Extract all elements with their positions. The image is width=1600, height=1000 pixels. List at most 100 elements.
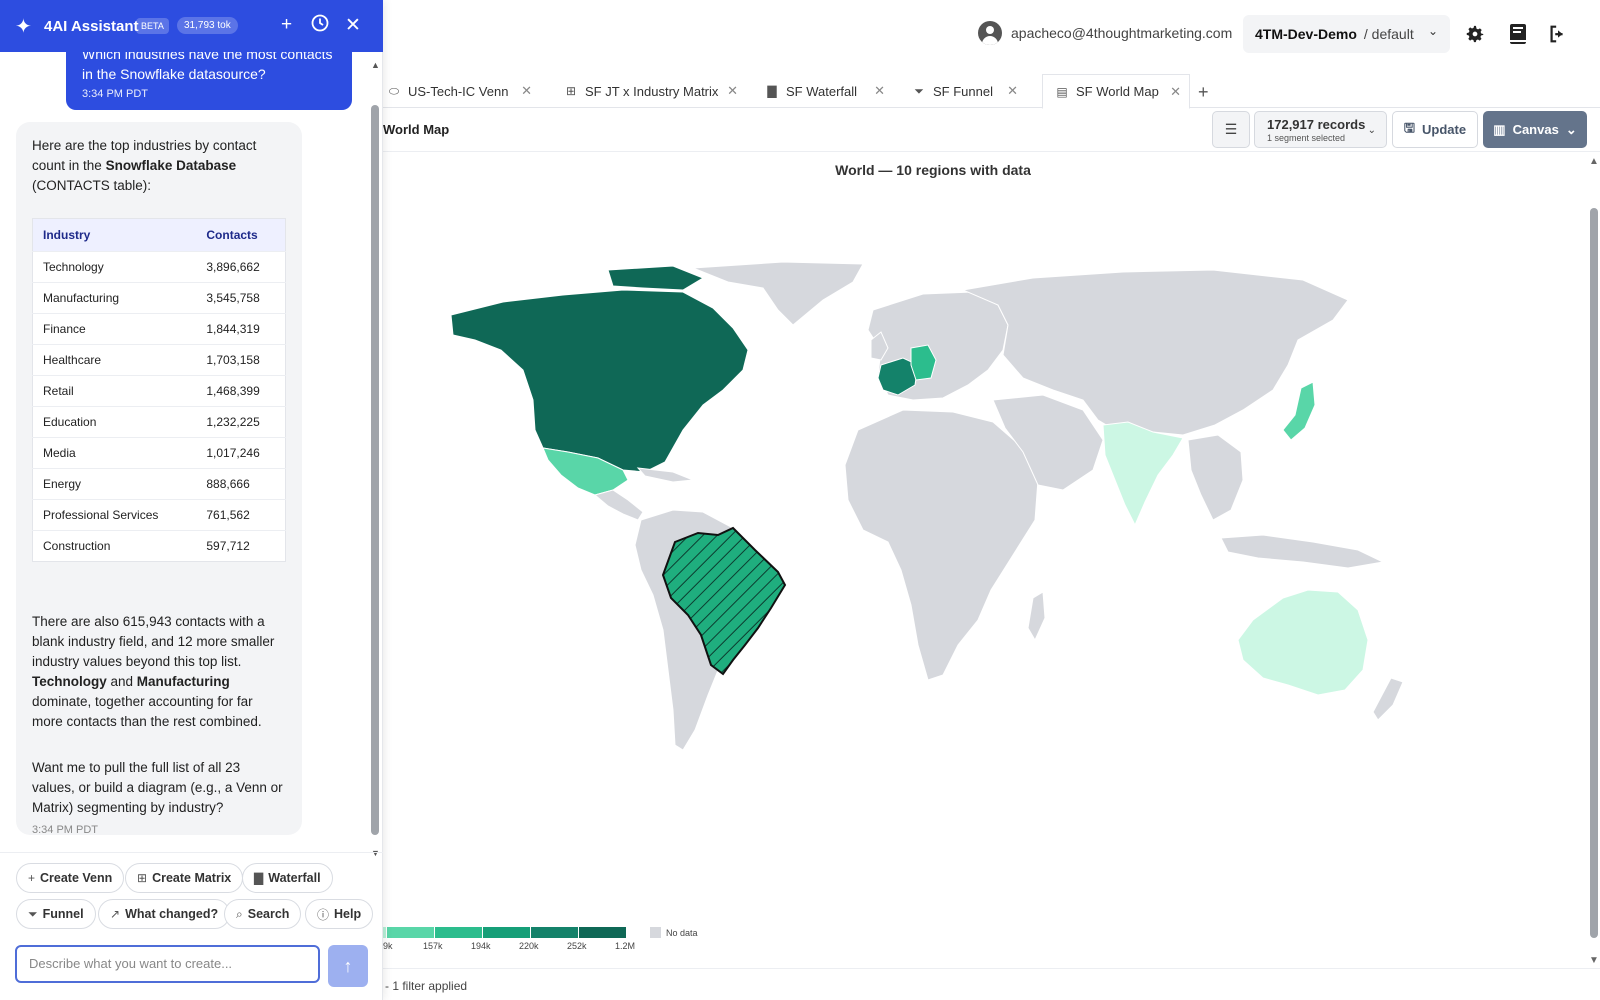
waterfall-button[interactable]: ▇ Waterfall <box>242 863 333 893</box>
region-central-america[interactable] <box>593 489 644 521</box>
update-label: Update <box>1422 122 1467 137</box>
top-bar: apacheco@4thoughtmarketing.com 4TM-Dev-D… <box>383 0 1600 70</box>
region-north-america[interactable] <box>450 289 749 473</box>
new-chat-plus-icon[interactable]: + <box>281 14 292 36</box>
region-arctic-islands[interactable] <box>607 265 705 291</box>
funnel-button[interactable]: ⏷ Funnel <box>16 899 96 929</box>
canvas-label: Canvas <box>1512 122 1559 137</box>
assistant-header: ✦ 4AI Assistant BETA 31,793 tok + ✕ <box>0 0 383 52</box>
region-new-zealand[interactable] <box>1372 677 1404 721</box>
bot-p2-text: There are also 615,943 contacts with a b… <box>32 614 275 669</box>
status-bar: - 1 filter applied <box>383 968 1600 1000</box>
records-selector[interactable]: 172,917 records 1 segment selected ⌄ <box>1254 111 1387 148</box>
table-row: Media 1,017,246 <box>32 437 286 469</box>
close-icon[interactable]: ✕ <box>727 83 738 99</box>
table-cell: 3,545,758 <box>196 282 286 314</box>
table-row: Technology 3,896,662 <box>32 251 286 283</box>
close-icon[interactable]: ✕ <box>521 83 532 99</box>
close-icon[interactable]: ✕ <box>874 83 885 99</box>
table-cell: Professional Services <box>32 499 197 531</box>
table-cell: Construction <box>32 530 197 562</box>
chat-scrollbar[interactable]: ▲ ▼ <box>370 60 381 858</box>
trend-icon: ↗ <box>110 907 121 921</box>
table-row: Healthcare 1,703,158 <box>32 344 286 376</box>
close-icon[interactable]: ✕ <box>1170 84 1181 100</box>
chip-label: Help <box>334 907 362 921</box>
table-row: Education 1,232,225 <box>32 406 286 438</box>
search-button[interactable]: ⌕ Search <box>224 899 302 929</box>
no-data-label: No data <box>666 927 698 938</box>
region-japan[interactable] <box>1282 381 1316 441</box>
grid-icon: ⊞ <box>137 871 148 885</box>
table-cell: Healthcare <box>32 344 197 376</box>
tab-bar: ⬭ US-Tech-IC Venn ✕ ⊞ SF JT x Industry M… <box>383 74 1600 109</box>
table-cell: 888,666 <box>196 468 286 500</box>
legend-label: 9k <box>383 941 393 951</box>
grid-icon: ⊞ <box>565 84 577 98</box>
bar-chart-icon: ▇ <box>767 84 777 98</box>
table-cell: 3,896,662 <box>196 251 286 283</box>
workspace-selector[interactable]: 4TM-Dev-Demo / default ⌄ <box>1243 15 1450 53</box>
legend-swatch <box>435 927 482 938</box>
create-venn-button[interactable]: + Create Venn <box>16 863 125 893</box>
legend-swatch <box>383 927 386 938</box>
tab-sf-jt-industry-matrix[interactable]: ⊞ SF JT x Industry Matrix ✕ <box>552 74 746 108</box>
search-icon: ⌕ <box>236 906 243 921</box>
filter-status: - 1 filter applied <box>385 979 468 993</box>
add-tab-button[interactable]: + <box>1198 82 1209 103</box>
region-southeast-asia[interactable] <box>1187 434 1244 521</box>
send-button[interactable]: ↑ <box>328 945 368 987</box>
chevron-down-icon: ⌄ <box>1565 121 1577 137</box>
bot-paragraph-3: Want me to pull the full list of all 23 … <box>32 760 283 815</box>
what-changed-button[interactable]: ↗ What changed? <box>98 899 231 929</box>
legend-no-data: No data <box>650 927 698 938</box>
scroll-up-icon[interactable]: ▲ <box>1589 156 1599 167</box>
funnel-icon: ⏷ <box>28 906 38 921</box>
region-australia[interactable] <box>1237 589 1369 696</box>
tab-sf-funnel[interactable]: ⏷ SF Funnel ✕ <box>900 74 1026 108</box>
region-caribbean[interactable] <box>636 467 694 483</box>
canvas-button[interactable]: ▥ Canvas ⌄ <box>1483 111 1587 148</box>
update-button[interactable]: 🖫 Update <box>1392 111 1478 148</box>
assistant-message: Here are the top industries by contact c… <box>16 122 302 836</box>
tab-sf-world-map[interactable]: ▤ SF World Map ✕ <box>1042 74 1190 109</box>
region-indonesia[interactable] <box>1220 534 1385 569</box>
gear-icon[interactable] <box>1463 22 1487 46</box>
logout-icon[interactable] <box>1546 22 1570 46</box>
scroll-thumb[interactable] <box>371 105 379 835</box>
book-icon[interactable] <box>1506 22 1530 46</box>
table-cell: Energy <box>32 468 197 500</box>
list-view-button[interactable]: ☰ <box>1212 111 1250 148</box>
table-header: Contacts <box>196 218 286 252</box>
user-message-text: Which industries have the most contacts … <box>82 52 333 82</box>
create-matrix-button[interactable]: ⊞ Create Matrix <box>125 863 244 893</box>
scroll-thumb[interactable] <box>1590 208 1598 938</box>
tab-us-tech-ic-venn[interactable]: ⬭ US-Tech-IC Venn ✕ <box>375 74 540 108</box>
bot-p2-bold-2: Manufacturing <box>136 674 230 689</box>
user-account[interactable]: apacheco@4thoughtmarketing.com <box>978 21 1232 45</box>
canvas-toolbar: World Map ☰ 172,917 records 1 segment se… <box>383 108 1600 152</box>
chat-input[interactable]: Describe what you want to create... <box>15 945 320 983</box>
tab-sf-waterfall[interactable]: ▇ SF Waterfall ✕ <box>753 74 893 108</box>
table-cell: Education <box>32 406 197 438</box>
table-header-row: Industry Contacts <box>32 218 286 252</box>
bot-paragraph-2: There are also 615,943 contacts with a b… <box>32 612 286 732</box>
region-madagascar[interactable] <box>1027 591 1046 642</box>
scroll-down-icon[interactable]: ▼ <box>1589 955 1599 966</box>
canvas-scrollbar[interactable]: ▲ ▼ <box>1589 156 1600 966</box>
help-button[interactable]: ⓘ Help <box>305 899 374 929</box>
legend-swatch <box>579 927 626 938</box>
world-map[interactable] <box>383 190 1573 770</box>
chat-messages[interactable]: Which industries have the most contacts … <box>0 52 383 852</box>
plus-icon: + <box>28 871 36 885</box>
close-icon[interactable]: ✕ <box>1007 83 1018 99</box>
region-africa[interactable] <box>844 409 1039 681</box>
close-panel-icon[interactable]: ✕ <box>345 14 361 37</box>
history-icon[interactable] <box>311 14 329 38</box>
chevron-down-icon: ⌄ <box>1367 125 1376 136</box>
scroll-up-icon[interactable]: ▲ <box>371 60 380 70</box>
table-row: Manufacturing 3,545,758 <box>32 282 286 314</box>
table-cell: Technology <box>32 251 197 283</box>
tab-label: SF World Map <box>1076 84 1159 99</box>
region-india[interactable] <box>1102 421 1184 527</box>
